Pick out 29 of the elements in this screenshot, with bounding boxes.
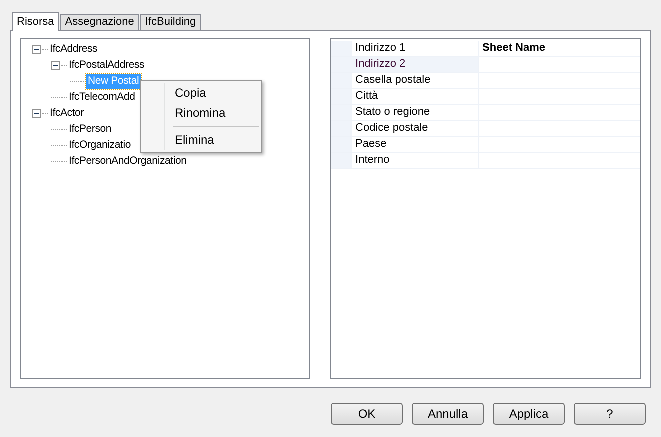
property-name[interactable]: Città <box>352 89 478 104</box>
tree-item[interactable]: IfcPostalAddress <box>67 58 147 72</box>
tab[interactable]: Assegnazione <box>60 14 140 30</box>
tree-item[interactable]: IfcPerson <box>67 122 114 136</box>
collapse-icon[interactable] <box>51 60 60 70</box>
tree-item[interactable]: IfcActor <box>48 106 86 120</box>
collapse-icon[interactable] <box>32 108 41 118</box>
property-name[interactable]: Codice postale <box>352 121 478 136</box>
dialog-button[interactable]: Annulla <box>412 403 484 425</box>
dialog-button[interactable]: ? <box>574 403 646 425</box>
property-name[interactable]: Indirizzo 1 <box>352 41 478 56</box>
collapse-icon[interactable] <box>32 44 41 54</box>
property-name[interactable]: Indirizzo 2 <box>352 57 478 72</box>
property-name[interactable]: Interno <box>352 153 478 168</box>
menu-item[interactable]: Copia <box>165 83 261 103</box>
menu-item[interactable]: Rinomina <box>165 103 261 123</box>
dialog-button[interactable]: OK <box>331 403 403 425</box>
tab[interactable]: Risorsa <box>12 12 60 31</box>
dialog-button[interactable]: Applica <box>493 403 565 425</box>
tree-item[interactable]: IfcAddress <box>48 42 100 56</box>
tree-item[interactable]: IfcTelecomAdd <box>67 90 138 104</box>
property-name[interactable]: Casella postale <box>352 73 478 88</box>
tree-item[interactable]: IfcPersonAndOrganization <box>67 154 189 168</box>
property-name[interactable]: Paese <box>352 137 478 152</box>
menu-item[interactable]: Elimina <box>165 130 261 150</box>
tree-item[interactable]: IfcOrganizatio <box>67 138 133 152</box>
property-name[interactable]: Stato o regione <box>352 105 478 120</box>
property-value[interactable]: Sheet Name <box>478 41 640 56</box>
tab[interactable]: IfcBuilding <box>140 14 202 30</box>
